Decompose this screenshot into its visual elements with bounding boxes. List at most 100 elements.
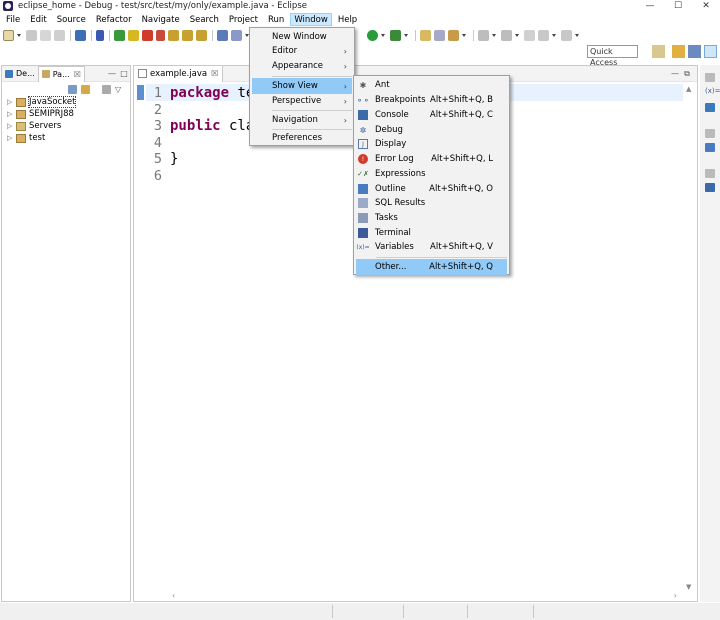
tree-item-semiprj88[interactable]: ▷ SEMIPRJ88 bbox=[7, 108, 130, 120]
open-task-icon[interactable] bbox=[434, 29, 445, 41]
menu-item-appearance[interactable]: Appearance › bbox=[252, 58, 352, 74]
menu-search[interactable]: Search bbox=[186, 13, 223, 26]
java-ee-perspective-icon[interactable] bbox=[672, 45, 685, 58]
menu-item-perspective[interactable]: Perspective › bbox=[252, 93, 352, 109]
tab-debug[interactable]: De... bbox=[2, 66, 38, 82]
terminate-icon[interactable] bbox=[142, 29, 153, 41]
use-step-filters-icon[interactable] bbox=[217, 29, 228, 41]
tree-item-servers[interactable]: ▷ Servers bbox=[7, 120, 130, 132]
menu-item-navigation[interactable]: Navigation › bbox=[252, 112, 352, 128]
menu-help[interactable]: Help bbox=[334, 13, 361, 26]
menu-item-display[interactable]: J Display bbox=[356, 136, 507, 152]
forward-icon[interactable] bbox=[561, 29, 572, 41]
open-type-icon[interactable] bbox=[231, 29, 242, 41]
menu-run[interactable]: Run bbox=[264, 13, 288, 26]
java-perspective-icon[interactable] bbox=[688, 45, 701, 58]
variables-view-icon[interactable]: (x)= bbox=[705, 87, 720, 96]
save-icon[interactable] bbox=[26, 29, 37, 41]
restore-icon[interactable] bbox=[705, 73, 715, 82]
step-into-icon[interactable] bbox=[168, 29, 179, 41]
minimize-view-button[interactable]: — bbox=[106, 69, 118, 78]
resume-icon[interactable] bbox=[114, 29, 125, 41]
menu-item-expressions[interactable]: ✓✗ Expressions bbox=[356, 166, 507, 182]
dropdown-arrow-icon[interactable] bbox=[381, 30, 386, 41]
breakpoints-view-icon[interactable] bbox=[705, 103, 715, 112]
dropdown-arrow-icon[interactable] bbox=[575, 30, 580, 41]
restore-editor-button[interactable]: ⧉ bbox=[681, 69, 693, 79]
terminal-icon[interactable] bbox=[75, 29, 86, 41]
back-icon[interactable] bbox=[538, 29, 549, 41]
search-icon[interactable] bbox=[448, 29, 459, 41]
quick-access-field[interactable]: Quick Access bbox=[587, 45, 638, 67]
menu-edit[interactable]: Edit bbox=[26, 13, 50, 26]
view-menu-icon[interactable]: ▽ bbox=[115, 85, 124, 94]
scroll-down-icon[interactable]: ▼ bbox=[686, 583, 691, 591]
close-tab-icon[interactable]: ☒ bbox=[74, 70, 81, 79]
menu-item-error-log[interactable]: ! Error Log Alt+Shift+Q, L bbox=[356, 151, 507, 167]
restore-icon[interactable] bbox=[705, 169, 715, 178]
menu-refactor[interactable]: Refactor bbox=[92, 13, 136, 26]
dropdown-arrow-icon[interactable] bbox=[552, 30, 557, 41]
save-all-icon[interactable] bbox=[40, 29, 51, 41]
scroll-right-icon[interactable]: › bbox=[674, 591, 677, 600]
menu-item-variables[interactable]: (x)= Variables Alt+Shift+Q, V bbox=[356, 239, 507, 255]
menu-file[interactable]: File bbox=[2, 13, 24, 26]
restore-icon[interactable] bbox=[705, 129, 715, 138]
close-button[interactable]: ✕ bbox=[692, 0, 720, 12]
menu-item-console[interactable]: Console Alt+Shift+Q, C bbox=[356, 107, 507, 123]
dropdown-arrow-icon[interactable] bbox=[462, 30, 467, 41]
menu-item-tasks[interactable]: Tasks bbox=[356, 210, 507, 226]
previous-annotation-icon[interactable] bbox=[501, 29, 512, 41]
step-over-icon[interactable] bbox=[182, 29, 193, 41]
print-icon[interactable] bbox=[54, 29, 65, 41]
minimize-editor-button[interactable]: — bbox=[669, 69, 681, 79]
menu-window[interactable]: Window bbox=[290, 13, 332, 26]
suspend-icon[interactable] bbox=[128, 29, 139, 41]
last-edit-location-icon[interactable] bbox=[524, 29, 535, 41]
focus-icon[interactable] bbox=[102, 84, 111, 94]
menu-item-editor[interactable]: Editor › bbox=[252, 43, 352, 59]
menu-item-breakpoints[interactable]: ⚬⚬ Breakpoints Alt+Shift+Q, B bbox=[356, 92, 507, 108]
horizontal-scrollbar[interactable]: ‹ › bbox=[134, 591, 697, 601]
link-with-editor-icon[interactable] bbox=[81, 84, 90, 94]
tab-package-explorer[interactable]: Pa... ☒ bbox=[37, 65, 85, 82]
open-project-icon[interactable] bbox=[420, 29, 431, 41]
expand-arrow-icon[interactable]: ▷ bbox=[7, 122, 16, 130]
expand-arrow-icon[interactable]: ▷ bbox=[7, 110, 16, 118]
disconnect-icon[interactable] bbox=[156, 29, 165, 41]
dropdown-arrow-icon[interactable] bbox=[492, 30, 497, 41]
collapse-all-icon[interactable] bbox=[68, 84, 77, 94]
close-tab-icon[interactable]: ☒ bbox=[211, 69, 218, 78]
dropdown-arrow-icon[interactable] bbox=[404, 30, 409, 41]
next-annotation-icon[interactable] bbox=[478, 29, 489, 41]
menu-item-ant[interactable]: ✱ Ant bbox=[356, 77, 507, 93]
run-icon[interactable] bbox=[367, 29, 378, 41]
menu-item-sql-results[interactable]: SQL Results bbox=[356, 195, 507, 211]
tree-item-javasocket[interactable]: ▷ JavaSocket bbox=[7, 96, 130, 108]
open-perspective-icon[interactable] bbox=[652, 45, 665, 58]
scroll-up-icon[interactable]: ▲ bbox=[686, 85, 691, 93]
maximize-view-button[interactable]: □ bbox=[118, 69, 130, 78]
menu-source[interactable]: Source bbox=[53, 13, 90, 26]
tab-example-java[interactable]: example.java ☒ bbox=[134, 65, 224, 82]
dropdown-arrow-icon[interactable] bbox=[17, 30, 22, 41]
menu-item-preferences[interactable]: Preferences bbox=[252, 130, 352, 146]
maximize-button[interactable]: ☐ bbox=[664, 0, 692, 12]
menu-navigate[interactable]: Navigate bbox=[138, 13, 184, 26]
scroll-left-icon[interactable]: ‹ bbox=[172, 591, 175, 600]
menu-item-show-view[interactable]: Show View › bbox=[252, 78, 352, 94]
expand-arrow-icon[interactable]: ▷ bbox=[7, 98, 16, 106]
vertical-scrollbar[interactable]: ▲ ▼ bbox=[683, 83, 697, 593]
tree-item-test[interactable]: ▷ test bbox=[7, 132, 130, 144]
new-icon[interactable] bbox=[3, 29, 14, 41]
minimize-button[interactable]: — bbox=[636, 0, 664, 12]
debug-perspective-icon[interactable] bbox=[704, 45, 717, 58]
menu-project[interactable]: Project bbox=[225, 13, 262, 26]
external-tools-icon[interactable] bbox=[390, 29, 401, 41]
outline-view-icon[interactable] bbox=[705, 143, 715, 152]
menu-item-other[interactable]: Other... Alt+Shift+Q, Q bbox=[356, 259, 507, 275]
skip-breakpoints-icon[interactable] bbox=[96, 29, 104, 41]
console-view-icon[interactable] bbox=[705, 183, 715, 192]
step-return-icon[interactable] bbox=[196, 29, 207, 41]
dropdown-arrow-icon[interactable] bbox=[515, 30, 520, 41]
